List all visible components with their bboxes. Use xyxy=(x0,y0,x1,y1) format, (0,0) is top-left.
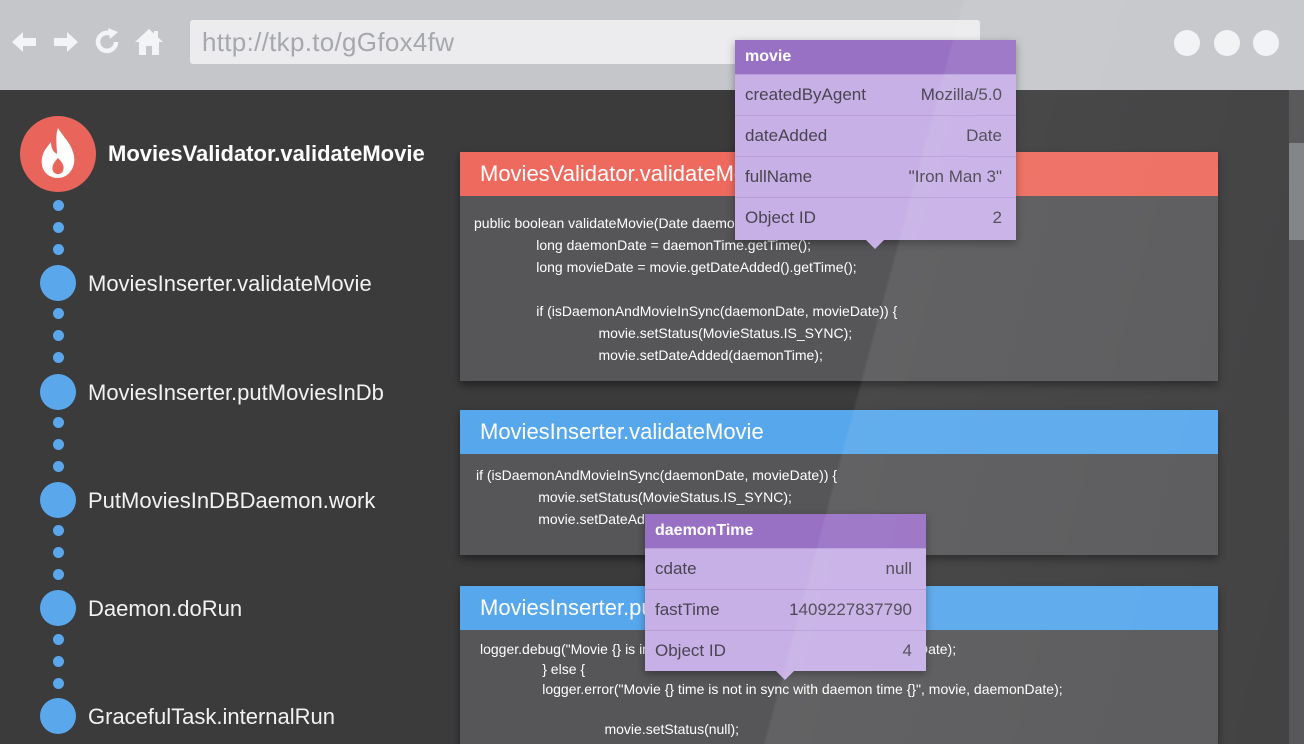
stack-frame-label[interactable]: PutMoviesInDBDaemon.work xyxy=(88,488,375,514)
code-panel-title[interactable]: MoviesInserter.validateMovie xyxy=(460,410,1218,454)
popup-pointer xyxy=(776,671,794,680)
timeline-dot xyxy=(53,678,64,689)
stack-frame-label[interactable]: GracefulTask.internalRun xyxy=(88,704,335,730)
popup-value: 1409227837790 xyxy=(789,600,912,619)
timeline-dot xyxy=(53,417,64,428)
scrollbar-thumb[interactable] xyxy=(1289,143,1304,240)
stack-frame-main-label[interactable]: MoviesValidator.validateMovie xyxy=(108,141,425,167)
timeline-dot xyxy=(53,656,64,667)
popup-key: cdate xyxy=(655,559,697,578)
popup-key: createdByAgent xyxy=(745,85,866,104)
timeline-dot xyxy=(53,308,64,319)
stack-frame-node[interactable] xyxy=(40,374,76,410)
popup-row: dateAdded Date xyxy=(735,115,1016,156)
variable-popup-daemontime: daemonTime cdate null fastTime 140922783… xyxy=(645,514,926,671)
code-line: if (isDaemonAndMovieInSync(daemonDate, m… xyxy=(476,467,838,483)
popup-row: cdate null xyxy=(645,548,926,589)
popup-key: dateAdded xyxy=(745,126,828,145)
window-button[interactable] xyxy=(1214,30,1240,56)
stack-frame-main-node[interactable] xyxy=(20,116,96,192)
timeline-dot xyxy=(53,352,64,363)
stack-frame-node[interactable] xyxy=(40,265,76,301)
popup-key: Object ID xyxy=(655,641,726,660)
popup-value: null xyxy=(885,559,912,578)
reload-icon[interactable] xyxy=(91,26,123,58)
popup-key: fullName xyxy=(745,167,813,186)
timeline-dot xyxy=(53,461,64,472)
timeline-dot xyxy=(53,200,64,211)
timeline-dot xyxy=(53,634,64,645)
url-text: http://tkp.to/gGfox4fw xyxy=(202,27,455,57)
popup-key: fastTime xyxy=(655,600,720,619)
code-line: } else { xyxy=(480,661,586,677)
stack-frame-label[interactable]: MoviesInserter.putMoviesInDb xyxy=(88,380,384,406)
stack-frame-node[interactable] xyxy=(40,698,76,734)
popup-row: createdByAgent Mozilla/5.0 xyxy=(735,74,1016,115)
code-line: logger.error("Movie {} time is not in sy… xyxy=(480,681,1063,697)
popup-value: 2 xyxy=(992,208,1002,227)
timeline-dot xyxy=(53,547,64,558)
timeline-dot xyxy=(53,439,64,450)
stack-frame-node[interactable] xyxy=(40,590,76,626)
popup-row: fastTime 1409227837790 xyxy=(645,589,926,630)
back-arrow-icon[interactable] xyxy=(8,26,40,58)
popup-value: "Iron Man 3" xyxy=(908,167,1002,186)
forward-arrow-icon[interactable] xyxy=(50,26,82,58)
timeline-dot xyxy=(53,244,64,255)
stack-frame-node[interactable] xyxy=(40,482,76,518)
code-line: movie.setDateAdded(daemonTime); xyxy=(474,347,823,363)
home-icon[interactable] xyxy=(133,26,165,58)
popup-value: 4 xyxy=(902,641,912,660)
variable-popup-movie: movie createdByAgent Mozilla/5.0 dateAdd… xyxy=(735,40,1016,240)
popup-value: Mozilla/5.0 xyxy=(920,85,1002,104)
window-button[interactable] xyxy=(1253,30,1279,56)
window-button[interactable] xyxy=(1174,30,1200,56)
popup-title: daemonTime xyxy=(645,514,926,548)
popup-row: fullName "Iron Man 3" xyxy=(735,156,1016,197)
code-line: movie.setStatus(MovieStatus.IS_SYNC); xyxy=(476,489,792,505)
timeline-dot xyxy=(53,569,64,580)
browser-toolbar: http://tkp.to/gGfox4fw xyxy=(0,0,1304,90)
stack-frame-label[interactable]: MoviesInserter.validateMovie xyxy=(88,271,372,297)
code-line: movie.setStatus(MovieStatus.IS_SYNC); xyxy=(474,325,853,341)
code-line: movie.setStatus(null); xyxy=(480,721,740,737)
popup-row: Object ID 4 xyxy=(645,630,926,671)
popup-value[interactable]: Date xyxy=(966,116,1002,156)
popup-key: Object ID xyxy=(745,208,816,227)
popup-row: Object ID 2 xyxy=(735,197,1016,238)
popup-pointer xyxy=(866,240,884,249)
timeline-dot xyxy=(53,525,64,536)
popup-title: movie xyxy=(735,40,1016,74)
code-line: if (isDaemonAndMovieInSync(daemonDate, m… xyxy=(474,303,898,319)
timeline-dot xyxy=(53,330,64,341)
code-line: long movieDate = movie.getDateAdded().ge… xyxy=(474,259,857,275)
timeline-dot xyxy=(53,222,64,233)
stack-frame-label[interactable]: Daemon.doRun xyxy=(88,596,242,622)
flame-icon xyxy=(41,128,75,178)
